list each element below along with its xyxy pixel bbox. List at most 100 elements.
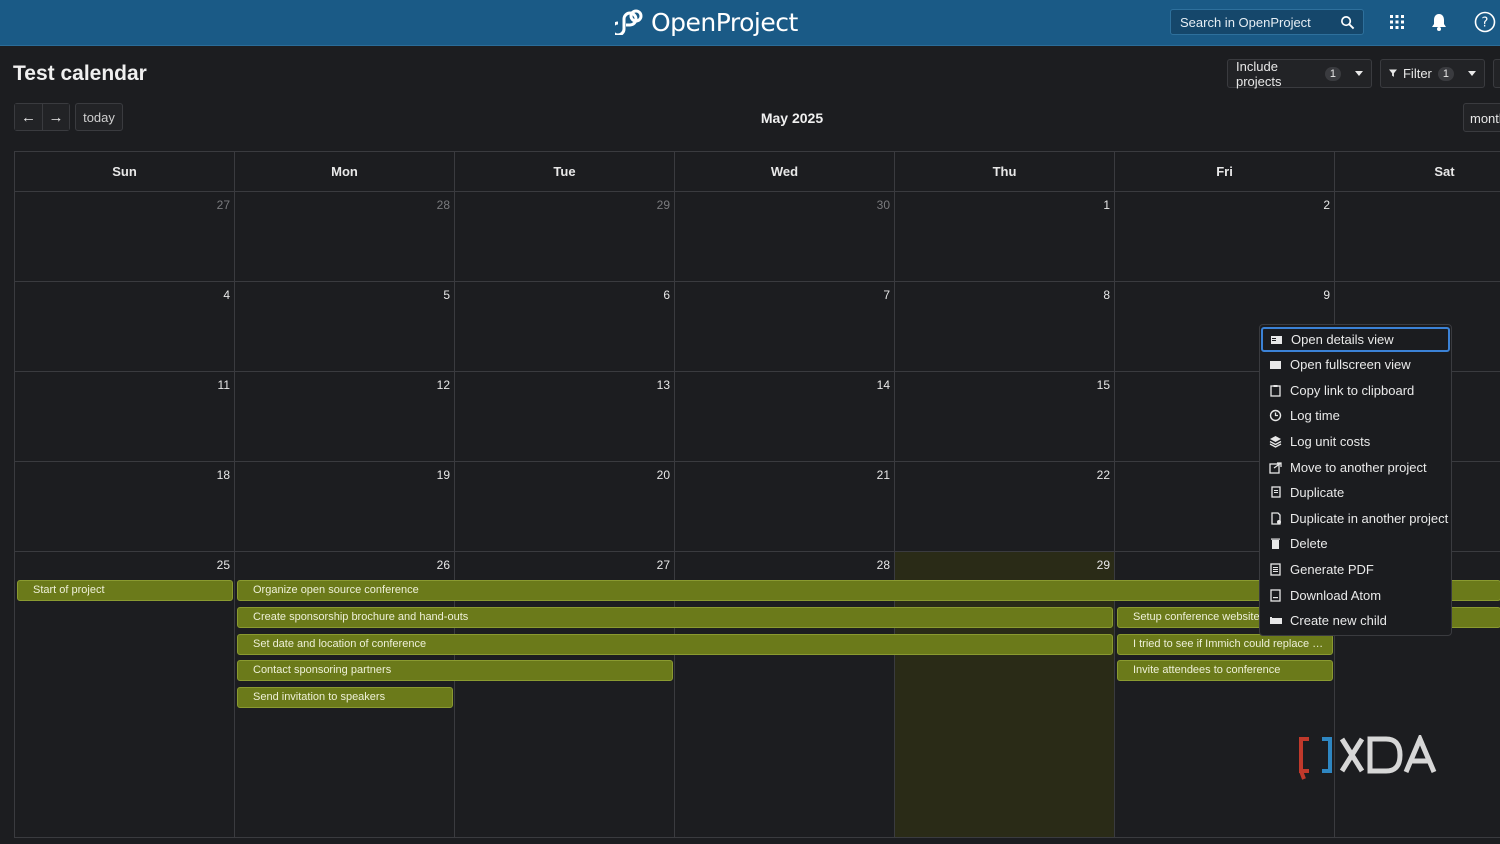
search-icon[interactable] [1340, 15, 1355, 30]
day-number[interactable]: 7 [883, 288, 890, 302]
day-cell[interactable]: 12 [235, 372, 455, 462]
day-cell[interactable]: 2 [1115, 192, 1335, 282]
page-title: Test calendar [13, 62, 147, 85]
day-number[interactable]: 28 [437, 198, 450, 212]
menu-item-generate-pdf[interactable]: Generate PDF [1260, 557, 1451, 583]
calendar-event[interactable]: Send invitation to speakers [237, 687, 453, 709]
day-cell[interactable]: 22 [895, 462, 1115, 552]
svg-text:?: ? [1482, 16, 1489, 31]
more-toolbar-button[interactable] [1493, 59, 1500, 88]
notifications-bell-icon[interactable] [1429, 12, 1449, 32]
calendar-event[interactable]: Start of project [17, 580, 233, 601]
day-cell[interactable]: 1 [895, 192, 1115, 282]
menu-item-delete[interactable]: Delete [1260, 531, 1451, 557]
menu-item-create-new-child[interactable]: Create new child [1260, 608, 1451, 634]
day-cell[interactable]: 18 [15, 462, 235, 552]
menu-item-log-unit-costs[interactable]: Log unit costs [1260, 429, 1451, 455]
include-projects-button[interactable]: Include projects 1 [1227, 59, 1372, 89]
calendar-event[interactable]: Set date and location of conference [237, 633, 1113, 655]
day-number[interactable]: 18 [217, 468, 230, 482]
menu-item-copy-link-to-clipboard[interactable]: Copy link to clipboard [1260, 378, 1451, 404]
menu-item-label: Delete [1290, 536, 1328, 552]
day-number[interactable]: 30 [877, 198, 890, 212]
day-number[interactable]: 27 [217, 198, 230, 212]
help-icon[interactable]: ? [1474, 11, 1496, 33]
day-cell[interactable]: 8 [895, 282, 1115, 372]
day-number[interactable]: 27 [657, 558, 670, 572]
day-cell[interactable]: 7 [675, 282, 895, 372]
day-cell[interactable]: 11 [15, 372, 235, 462]
openproject-logo[interactable]: OpenProject [615, 7, 798, 37]
menu-item-move-to-another-project[interactable]: Move to another project [1260, 454, 1451, 480]
day-number[interactable]: 14 [877, 378, 890, 392]
day-number[interactable]: 21 [877, 468, 890, 482]
day-cell[interactable]: 15 [895, 372, 1115, 462]
day-cell[interactable]: 4 [15, 282, 235, 372]
child-icon [1270, 617, 1282, 625]
filter-button[interactable]: Filter 1 [1380, 59, 1485, 88]
logo-text: OpenProject [651, 7, 798, 37]
modules-grid-icon[interactable] [1387, 12, 1407, 32]
move-icon [1269, 462, 1282, 474]
openproject-logo-icon [615, 9, 643, 35]
day-number[interactable]: 19 [437, 468, 450, 482]
day-number[interactable]: 2 [1323, 198, 1330, 212]
context-menu: Open details view Open fullscreen view Cop… [1259, 324, 1452, 636]
calendar-event[interactable]: Contact sponsoring partners [237, 660, 673, 682]
day-number[interactable]: 22 [1097, 468, 1110, 482]
calendar-event[interactable]: Invite attendees to conference [1117, 660, 1333, 682]
calendar-event[interactable]: I tried to see if Immich could replace m… [1117, 633, 1333, 655]
menu-item-duplicate-in-another-project[interactable]: Duplicate in another project [1260, 506, 1451, 532]
menu-item-log-time[interactable]: Log time [1260, 403, 1451, 429]
global-search[interactable] [1170, 9, 1364, 35]
day-cell[interactable]: 5 [235, 282, 455, 372]
prev-month-button[interactable]: ← [15, 104, 42, 130]
day-cell[interactable] [1335, 192, 1500, 282]
search-input[interactable] [1180, 14, 1330, 30]
day-number[interactable]: 8 [1103, 288, 1110, 302]
menu-item-label: Generate PDF [1290, 562, 1374, 578]
day-number[interactable]: 29 [657, 198, 670, 212]
day-number[interactable]: 25 [217, 558, 230, 572]
day-cell[interactable]: 28 [235, 192, 455, 282]
filter-label: Filter [1402, 66, 1432, 81]
day-number[interactable]: 28 [877, 558, 890, 572]
menu-item-open-fullscreen-view[interactable]: Open fullscreen view [1260, 352, 1451, 378]
day-cell[interactable]: 14 [675, 372, 895, 462]
day-cell[interactable]: 19 [235, 462, 455, 552]
day-number[interactable]: 13 [657, 378, 670, 392]
day-number[interactable]: 20 [657, 468, 670, 482]
weekday-header: Sat [1335, 152, 1500, 192]
day-number[interactable]: 9 [1323, 288, 1330, 302]
day-number[interactable]: 4 [223, 288, 230, 302]
day-cell[interactable]: 6 [455, 282, 675, 372]
menu-item-label: Download Atom [1290, 587, 1382, 603]
today-button[interactable]: today [75, 103, 123, 131]
day-number[interactable]: 26 [437, 558, 450, 572]
day-cell[interactable]: 29 [455, 192, 675, 282]
next-month-button[interactable]: → [42, 104, 69, 130]
day-cell[interactable]: 27 [15, 192, 235, 282]
day-number[interactable]: 6 [663, 288, 670, 302]
calendar-event[interactable]: Create sponsorship brochure and hand-out… [237, 606, 1113, 628]
day-number[interactable]: 11 [218, 378, 230, 392]
month-view-button[interactable]: month [1463, 103, 1500, 132]
day-cell[interactable]: 30 [675, 192, 895, 282]
day-number[interactable]: 1 [1103, 198, 1110, 212]
month-title: May 2025 [760, 110, 824, 126]
day-cell[interactable]: 20 [455, 462, 675, 552]
menu-item-download-atom[interactable]: Download Atom [1260, 582, 1451, 608]
menu-item-duplicate[interactable]: Duplicate [1260, 480, 1451, 506]
day-cell[interactable]: 21 [675, 462, 895, 552]
menu-item-open-details-view[interactable]: Open details view [1261, 327, 1450, 352]
day-number[interactable]: 12 [437, 378, 450, 392]
weekday-header: Tue [455, 152, 675, 192]
day-cell[interactable]: 13 [455, 372, 675, 462]
day-number[interactable]: 29 [1097, 558, 1110, 572]
day-number[interactable]: 15 [1097, 378, 1110, 392]
day-number[interactable]: 5 [443, 288, 450, 302]
include-projects-count: 1 [1324, 66, 1341, 81]
clock-icon [1269, 410, 1282, 422]
weekday-header: Fri [1115, 152, 1335, 192]
filter-count: 1 [1437, 66, 1454, 81]
